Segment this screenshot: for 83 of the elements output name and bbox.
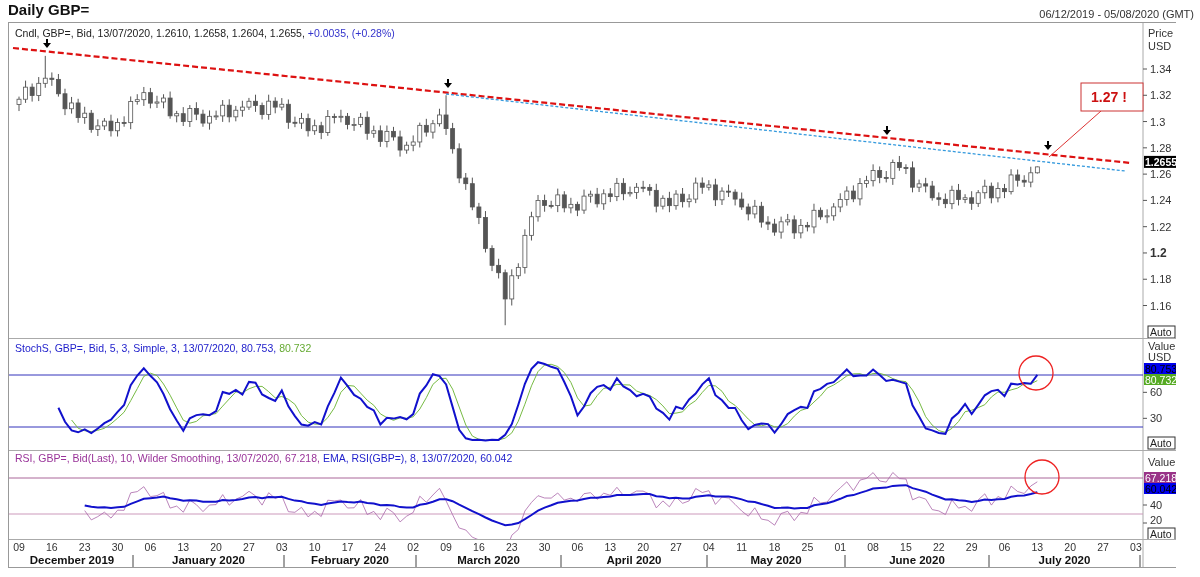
axis-tick-label: 03 <box>1130 541 1142 553</box>
value-badge: 67.218 <box>1144 472 1176 484</box>
axis-tick-label: 1.18 <box>1150 273 1172 286</box>
price-callout: 1.27 ! <box>1080 82 1144 112</box>
month-label: December 2019 <box>29 554 115 566</box>
axis-tick-label: 27 <box>670 541 682 553</box>
chart-legend: Cndl, GBP=, Bid, 13/07/2020, 1.2610, 1.2658, 1.2604, 1.2655, +0.0035, (+0.28%) <box>15 27 395 39</box>
axis-tick-label: 60 <box>1150 386 1163 399</box>
month-label: March 2020 <box>457 554 520 566</box>
axis-tick-label: 20 <box>210 541 222 553</box>
axis-tick-label: 18 <box>768 541 781 553</box>
axis-tick-label: 10 <box>308 541 321 553</box>
axis-tick-label: 30 <box>111 541 124 553</box>
axis-tick-label: 23 <box>505 541 518 553</box>
axis-title: Value <box>1148 340 1176 352</box>
axis-tick-label: 06 <box>998 541 1011 553</box>
axis-tick-label: 06 <box>144 541 157 553</box>
current-price-label: 1.2655 <box>1144 155 1176 168</box>
axis-tick-label: 11 <box>736 541 748 553</box>
axis-tick-label: 09 <box>13 541 25 553</box>
axis-tick-label: 08 <box>867 541 879 553</box>
axis-tick-label: 22 <box>932 541 945 553</box>
down-arrow-icon <box>43 38 51 48</box>
auto-scale-button[interactable]: Auto <box>1147 527 1176 540</box>
down-arrow-icon <box>883 125 891 135</box>
month-label: July 2020 <box>1038 554 1091 566</box>
chart-legend: RSI, GBP=, Bid(Last), 10, Wilder Smoothing, 13/07/2020, 67.218, EMA, RSI(GBP=), 8, 13/07/2020, 60.042 <box>15 452 513 464</box>
axis-title: USD <box>1148 40 1172 52</box>
axis-title: USD <box>1148 351 1172 363</box>
axis-tick-label: 25 <box>801 541 814 553</box>
axis-tick-label: 13 <box>177 541 190 553</box>
axis-tick-label: 1.32 <box>1150 89 1172 102</box>
month-label: January 2020 <box>172 554 245 566</box>
axis-tick-label: 17 <box>341 541 354 553</box>
axis-title: Price <box>1148 27 1174 39</box>
axis-tick-label: 1.3 <box>1150 115 1166 128</box>
value-badge: 80.732 <box>1144 374 1176 386</box>
axis-title: Value <box>1148 456 1176 468</box>
axis-tick-label: 1.16 <box>1150 299 1172 312</box>
chart-legend: StochS, GBP=, Bid, 5, 3, Simple, 3, 13/07/2020, 80.753, 80.732 <box>15 342 312 354</box>
axis-tick-label: 40 <box>1150 499 1163 511</box>
month-label: June 2020 <box>889 554 945 566</box>
axis-tick-label: 09 <box>440 541 452 553</box>
axis-tick-label: 27 <box>243 541 255 553</box>
axis-tick-label: 27 <box>1097 541 1109 553</box>
axis-tick-label: 20 <box>1064 541 1077 553</box>
axis-tick-label: 04 <box>703 541 715 553</box>
highlight-circle <box>1024 459 1060 495</box>
month-label: February 2020 <box>311 554 389 566</box>
leader-line <box>1048 110 1102 158</box>
axis-tick-label: 16 <box>46 541 58 553</box>
axis-tick-label: 01 <box>834 541 847 553</box>
axis-tick-label: 1.22 <box>1150 220 1172 233</box>
value-badge: 80.753 <box>1144 363 1176 375</box>
axis-tick-label: 1.34 <box>1150 63 1172 75</box>
axis-tick-label: 20 <box>1150 514 1163 526</box>
date-range: 06/12/2019 - 05/08/2020 (GMT) <box>1039 7 1194 22</box>
down-arrow-icon <box>1044 140 1052 150</box>
axis-tick-label: 02 <box>407 541 420 553</box>
axis-tick-label: 20 <box>637 541 649 553</box>
auto-scale-button[interactable]: Auto <box>1147 325 1176 339</box>
highlight-circle <box>1018 355 1054 391</box>
axis-tick-label: 15 <box>900 541 912 553</box>
axis-tick-label: 13 <box>1031 541 1044 553</box>
axis-tick-label: 1.2 <box>1150 245 1167 260</box>
axis-tick-label: 06 <box>571 541 584 553</box>
axis-tick-label: 1.26 <box>1150 168 1172 181</box>
axis-tick-label: 23 <box>78 541 91 553</box>
axis-tick-label: 29 <box>965 541 978 553</box>
axis-tick-label: 24 <box>374 541 387 553</box>
down-arrow-icon <box>444 78 452 88</box>
axis-tick-label: 16 <box>473 541 485 553</box>
chart-title: Daily GBP= <box>8 0 90 20</box>
axis-tick-label: 30 <box>1150 412 1163 425</box>
axis-tick-label: 13 <box>604 541 617 553</box>
axis-tick-label: 03 <box>275 541 288 553</box>
axis-tick-label: 1.24 <box>1150 194 1172 207</box>
value-badge: 60.042 <box>1144 483 1176 495</box>
month-label: May 2020 <box>750 554 802 566</box>
month-label: April 2020 <box>606 554 662 566</box>
auto-scale-button[interactable]: Auto <box>1147 436 1176 450</box>
axis-tick-label: 30 <box>538 541 551 553</box>
axis-tick-label: 1.28 <box>1150 141 1172 154</box>
